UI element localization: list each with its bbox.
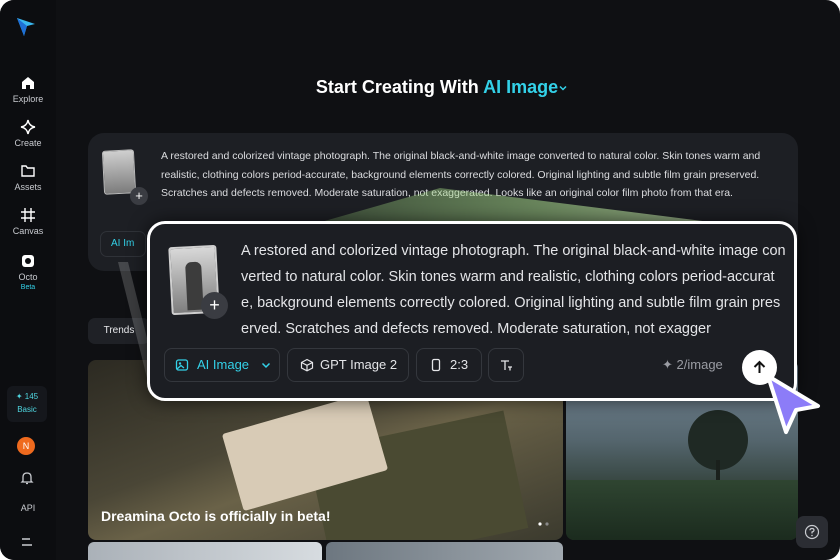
api-link[interactable]: API bbox=[0, 503, 56, 513]
sidebar-item-assets[interactable]: Assets bbox=[0, 163, 56, 192]
sidebar-item-label: Octo bbox=[18, 272, 38, 282]
plan-label: Basic bbox=[17, 405, 37, 414]
prompt-text[interactable]: A restored and colorized vintage photogr… bbox=[161, 147, 793, 203]
menu-icon[interactable] bbox=[19, 534, 35, 550]
tab-trends[interactable]: Trends bbox=[88, 318, 150, 344]
cost-indicator: ✦ 2/image bbox=[662, 357, 723, 373]
add-image-button[interactable]: + bbox=[130, 187, 148, 205]
octo-icon bbox=[22, 255, 34, 267]
help-button[interactable] bbox=[796, 516, 828, 548]
add-image-button[interactable]: + bbox=[201, 292, 228, 319]
cost-label: 2/image bbox=[676, 357, 723, 372]
app-window: Explore Create Assets Canvas Octo Beta ✦… bbox=[0, 0, 840, 560]
mode-selector[interactable]: AI Image bbox=[483, 77, 568, 97]
model-label: GPT Image 2 bbox=[320, 357, 398, 372]
title-prefix: Start Creating With bbox=[315, 77, 479, 97]
aspect-ratio-selector[interactable]: 2:3 bbox=[416, 348, 482, 382]
sidebar-item-create[interactable]: Create bbox=[0, 119, 56, 148]
reference-image-thumbnail[interactable] bbox=[101, 149, 137, 195]
sidebar-item-label: Create bbox=[14, 138, 42, 148]
mode-label: AI Image bbox=[197, 357, 250, 372]
sidebar-item-label: Canvas bbox=[12, 226, 44, 236]
mode-chip[interactable]: AI Im bbox=[100, 231, 146, 257]
ratio-label: 2:3 bbox=[450, 357, 469, 372]
chevron-down-icon bbox=[559, 86, 567, 91]
model-selector[interactable]: GPT Image 2 bbox=[287, 348, 409, 382]
ratio-icon bbox=[431, 358, 441, 372]
sidebar-item-canvas[interactable]: Canvas bbox=[0, 207, 56, 236]
image-icon bbox=[175, 359, 189, 371]
chevron-down-icon bbox=[261, 362, 271, 369]
gallery-grass bbox=[566, 480, 798, 540]
bell-icon[interactable] bbox=[19, 470, 35, 486]
dreamina-logo-icon[interactable] bbox=[14, 15, 38, 39]
text-icon bbox=[501, 360, 512, 371]
banner-caption: Dreamina Octo is officially in beta! bbox=[101, 508, 331, 524]
gallery-card[interactable] bbox=[88, 542, 322, 560]
credits-badge[interactable]: ✦ 145 Basic bbox=[7, 386, 47, 422]
canvas-icon bbox=[21, 208, 35, 222]
beta-badge: Beta bbox=[20, 284, 36, 291]
mode-dropdown[interactable]: AI Image bbox=[164, 348, 280, 382]
prompt-card-focused: + A restored and colorized vintage photo… bbox=[147, 221, 797, 401]
cube-icon bbox=[300, 358, 314, 372]
carousel-dots[interactable] bbox=[537, 522, 553, 526]
cursor-pointer-icon bbox=[766, 374, 820, 434]
text-options-button[interactable] bbox=[488, 348, 524, 382]
question-icon bbox=[804, 524, 820, 540]
sparkle-icon bbox=[20, 119, 36, 135]
title-accent: AI Image bbox=[483, 77, 559, 97]
prompt-input[interactable]: A restored and colorized vintage photogr… bbox=[241, 238, 786, 342]
sidebar-item-octo[interactable]: Octo Beta bbox=[0, 253, 56, 291]
gallery-card[interactable] bbox=[326, 542, 563, 560]
avatar[interactable]: N bbox=[17, 437, 35, 455]
folder-icon bbox=[21, 165, 35, 177]
credit-icon: ✦ bbox=[662, 357, 673, 372]
credits-amount: ✦ 145 bbox=[15, 392, 39, 401]
sidebar-item-label: Assets bbox=[14, 182, 42, 192]
page-title: Start Creating With AI Image bbox=[0, 77, 840, 98]
mode-chip-label: AI Im bbox=[111, 238, 135, 249]
